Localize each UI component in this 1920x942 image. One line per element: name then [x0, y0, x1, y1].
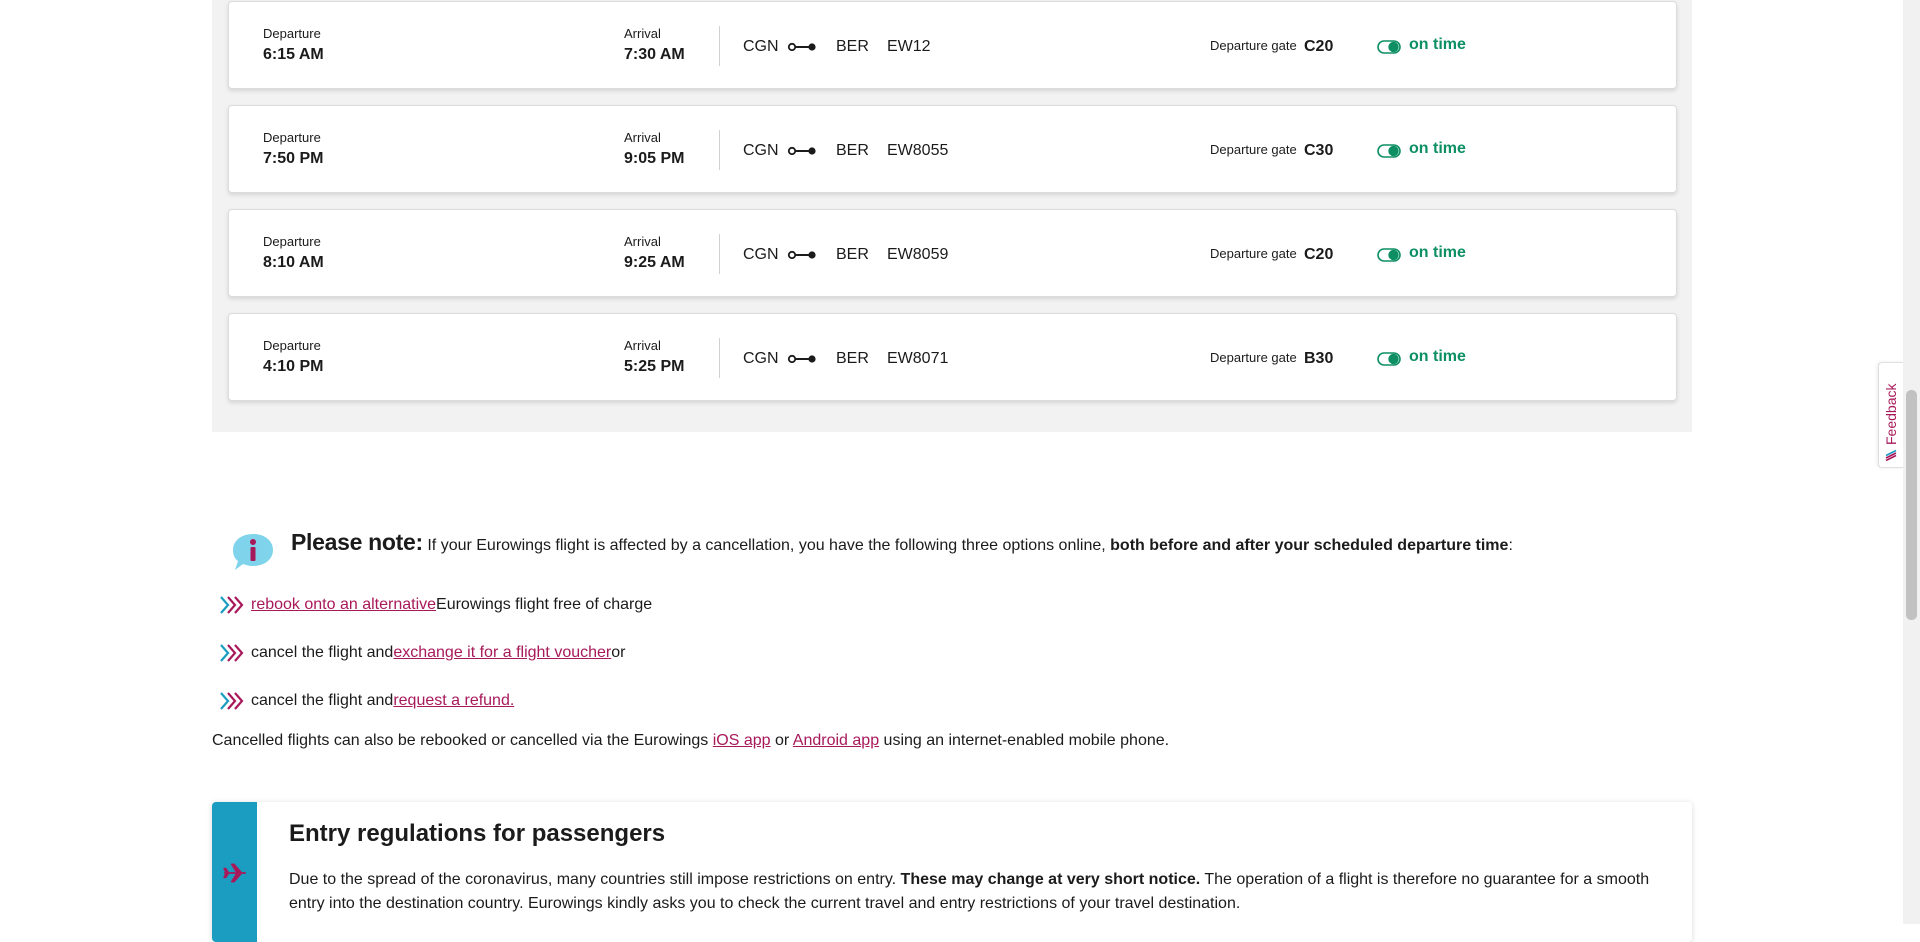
flight-results-section: Departure 6:15 AM Arrival 7:30 AM CGN BE…	[212, 0, 1692, 432]
flight-card[interactable]: Departure 7:50 PM Arrival 9:05 PM CGN BE…	[228, 105, 1677, 193]
origin-airport: CGN	[743, 38, 779, 55]
arrival-label: Arrival	[624, 26, 661, 41]
flight-number: EW12	[887, 38, 931, 55]
refund-link[interactable]: request a refund.	[393, 692, 514, 710]
departure-gate: C30	[1304, 142, 1334, 159]
flight-card[interactable]: Departure 8:10 AM Arrival 9:25 AM CGN BE…	[228, 209, 1677, 297]
arrival-time: 7:30 AM	[624, 46, 685, 63]
arrival-time: 9:05 PM	[624, 150, 685, 167]
status-text: on time	[1409, 140, 1466, 157]
triple-chevron-icon	[220, 692, 244, 710]
flight-number: EW8059	[887, 246, 949, 263]
route-dots-icon	[787, 146, 816, 156]
entry-text-bold: These may change at very short notice.	[900, 871, 1201, 888]
departure-label: Departure	[263, 26, 321, 41]
departure-gate: C20	[1304, 246, 1334, 263]
option-rebook: rebook onto an alternative Eurowings fli…	[220, 594, 652, 616]
departure-gate: B30	[1304, 350, 1334, 367]
arrival-time: 9:25 AM	[624, 254, 685, 271]
note-bold-text: both before and after your scheduled dep…	[1110, 537, 1509, 554]
route-dots-icon	[787, 250, 816, 260]
option-refund: cancel the flight and request a refund.	[220, 690, 514, 712]
departure-gate-label: Departure gate	[1210, 142, 1297, 157]
option-voucher: cancel the flight and exchange it for a …	[220, 642, 625, 664]
note-text-end: :	[1508, 537, 1513, 554]
rebook-link[interactable]: rebook onto an alternative	[251, 596, 436, 614]
flight-number: EW8071	[887, 350, 949, 367]
entry-accent-bar	[212, 802, 257, 942]
scrollbar-thumb[interactable]	[1906, 390, 1917, 620]
option-prefix: cancel the flight and	[251, 644, 394, 661]
route-dots-icon	[787, 42, 816, 52]
note-paragraph: Please note: If your Eurowings flight is…	[291, 529, 1513, 556]
entry-regulations-box: Entry regulations for passengers Due to …	[212, 802, 1692, 942]
status-text: on time	[1409, 36, 1466, 53]
app-rebooking-info: Cancelled flights can also be rebooked o…	[212, 732, 1169, 750]
entry-text-part1: Due to the spread of the coronavirus, ma…	[289, 871, 901, 888]
departure-gate-label: Departure gate	[1210, 38, 1297, 53]
feedback-tab[interactable]: Feedback	[1878, 362, 1903, 468]
status-text: on time	[1409, 244, 1466, 261]
destination-airport: BER	[836, 142, 869, 159]
info-speech-bubble-icon	[233, 534, 273, 570]
feedback-label: Feedback	[1883, 383, 1899, 445]
departure-time: 6:15 AM	[263, 46, 324, 63]
flight-card[interactable]: Departure 4:10 PM Arrival 5:25 PM CGN BE…	[228, 313, 1677, 401]
note-text: If your Eurowings flight is affected by …	[422, 537, 1111, 554]
triple-chevron-icon	[220, 644, 244, 662]
voucher-link[interactable]: exchange it for a flight voucher	[393, 644, 611, 662]
departure-label: Departure	[263, 130, 321, 145]
entry-regulations-title: Entry regulations for passengers	[289, 820, 666, 847]
status-toggle-icon	[1377, 248, 1401, 262]
triple-chevron-icon	[220, 596, 244, 614]
arrival-label: Arrival	[624, 130, 661, 145]
departure-gate: C20	[1304, 38, 1334, 55]
option-suffix: or	[611, 644, 626, 661]
departure-time: 7:50 PM	[263, 150, 324, 167]
ios-app-link[interactable]: iOS app	[713, 732, 771, 749]
destination-airport: BER	[836, 246, 869, 263]
flight-card[interactable]: Departure 6:15 AM Arrival 7:30 AM CGN BE…	[228, 1, 1677, 89]
departure-gate-label: Departure gate	[1210, 246, 1297, 261]
divider	[719, 26, 720, 66]
note-heading: Please note:	[291, 529, 423, 555]
arrival-label: Arrival	[624, 338, 661, 353]
origin-airport: CGN	[743, 142, 779, 159]
status-toggle-icon	[1377, 352, 1401, 366]
entry-regulations-text: Due to the spread of the coronavirus, ma…	[289, 868, 1669, 916]
route-dots-icon	[787, 354, 816, 364]
flight-number: EW8055	[887, 142, 949, 159]
page-scrollbar[interactable]	[1903, 0, 1920, 924]
departure-label: Departure	[263, 338, 321, 353]
status-toggle-icon	[1377, 40, 1401, 54]
destination-airport: BER	[836, 350, 869, 367]
airplane-icon	[223, 863, 246, 883]
status-text: on time	[1409, 348, 1466, 365]
eurowings-logo-icon	[1885, 449, 1897, 461]
departure-label: Departure	[263, 234, 321, 249]
departure-time: 4:10 PM	[263, 358, 324, 375]
app-text-before: Cancelled flights can also be rebooked o…	[212, 732, 713, 749]
departure-time: 8:10 AM	[263, 254, 324, 271]
divider	[719, 338, 720, 378]
option-suffix: Eurowings flight free of charge	[436, 596, 653, 613]
arrival-label: Arrival	[624, 234, 661, 249]
origin-airport: CGN	[743, 246, 779, 263]
divider	[719, 234, 720, 274]
divider	[719, 130, 720, 170]
departure-gate-label: Departure gate	[1210, 350, 1297, 365]
android-app-link[interactable]: Android app	[793, 732, 879, 749]
destination-airport: BER	[836, 38, 869, 55]
origin-airport: CGN	[743, 350, 779, 367]
status-toggle-icon	[1377, 144, 1401, 158]
arrival-time: 5:25 PM	[624, 358, 685, 375]
app-text-after: using an internet-enabled mobile phone.	[879, 732, 1170, 749]
option-prefix: cancel the flight and	[251, 692, 394, 709]
app-text-or: or	[770, 732, 793, 749]
